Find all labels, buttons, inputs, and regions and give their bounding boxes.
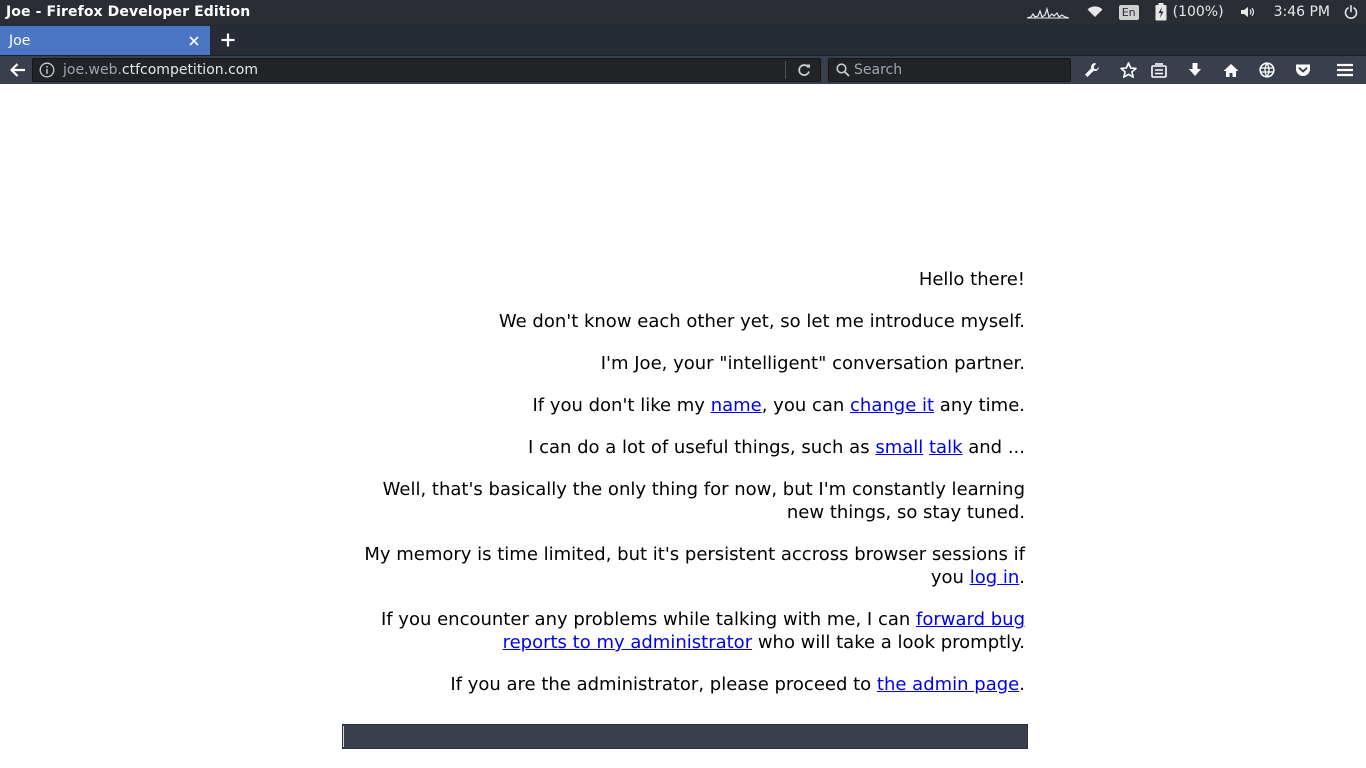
message-memory: My memory is time limited, but it's pers… — [342, 543, 1025, 589]
message-text: If you don't like my — [532, 395, 711, 416]
name-link[interactable]: name — [711, 395, 762, 416]
hamburger-menu-icon[interactable] — [1333, 59, 1357, 81]
search-icon — [833, 60, 853, 80]
message-learning: Well, that's basically the only thing fo… — [382, 479, 1025, 523]
back-button[interactable] — [6, 59, 30, 81]
developer-tools-wrench-icon[interactable] — [1080, 59, 1104, 81]
tab-bar: Joe — [0, 24, 1366, 55]
downloads-icon[interactable] — [1183, 59, 1207, 81]
message-admin: If you are the administrator, please pro… — [342, 673, 1025, 696]
battery-percentage: (100%) — [1172, 4, 1224, 20]
window-title: Joe - Firefox Developer Edition — [6, 4, 251, 20]
wifi-icon[interactable] — [1087, 6, 1103, 18]
system-tray: En (100%) 3:46 PM — [1015, 0, 1358, 24]
message-text: If you encounter any problems while talk… — [380, 609, 916, 630]
keyboard-layout-indicator[interactable]: En — [1118, 4, 1139, 20]
chat-input[interactable] — [342, 724, 1028, 749]
page-content: Hello there! We don't know each other ye… — [0, 84, 1366, 768]
tab-joe[interactable]: Joe — [0, 26, 210, 55]
message-text: and ... — [962, 437, 1025, 458]
chat-messages: Hello there! We don't know each other ye… — [342, 268, 1025, 715]
bookmark-star-icon[interactable] — [1116, 59, 1140, 81]
message-bug-reports: If you encounter any problems while talk… — [342, 608, 1025, 654]
close-tab-icon[interactable] — [187, 34, 201, 48]
url-bar[interactable]: joe.web.ctfcompetition.com — [32, 58, 821, 82]
synced-tabs-icon[interactable] — [1255, 59, 1279, 81]
bookmarks-menu-icon[interactable] — [1147, 59, 1171, 81]
message-text: . — [1019, 567, 1025, 588]
window-titlebar: Joe - Firefox Developer Edition En (100%… — [0, 0, 1366, 24]
volume-icon[interactable] — [1240, 6, 1256, 18]
new-tab-button[interactable] — [217, 26, 239, 54]
message-intro: We don't know each other yet, so let me … — [498, 311, 1025, 332]
search-input[interactable] — [854, 62, 1054, 78]
message-text: I can do a lot of useful things, such as — [528, 437, 876, 458]
tab-label: Joe — [9, 32, 31, 49]
message-text: If you are the administrator, please pro… — [450, 674, 877, 695]
admin-page-link[interactable]: the admin page — [877, 674, 1019, 695]
text-caret — [343, 726, 344, 747]
navigation-toolbar: joe.web.ctfcompetition.com — [0, 55, 1366, 84]
message-text: who will take a look promptly. — [752, 632, 1025, 653]
message-text: . — [1019, 674, 1025, 695]
pocket-icon[interactable] — [1291, 59, 1315, 81]
url-text[interactable]: joe.web.ctfcompetition.com — [63, 62, 785, 78]
url-subdomain: joe.web. — [63, 62, 122, 78]
system-monitor-icon[interactable] — [1026, 5, 1069, 19]
message-whoami: I'm Joe, your "intelligent" conversation… — [600, 353, 1025, 374]
change-name-link[interactable]: change it — [850, 395, 934, 416]
message-greeting: Hello there! — [918, 269, 1025, 290]
clock[interactable]: 3:46 PM — [1274, 4, 1330, 20]
reload-icon[interactable] — [793, 59, 815, 81]
message-name: If you don't like my name, you can chang… — [342, 394, 1025, 417]
talk-link[interactable]: talk — [929, 437, 963, 458]
log-in-link[interactable]: log in — [970, 567, 1020, 588]
message-text: , you can — [761, 395, 851, 416]
url-domain: ctfcompetition.com — [121, 62, 258, 78]
site-info-icon[interactable] — [36, 59, 58, 81]
message-text: My memory is time limited, but it's pers… — [364, 544, 1025, 588]
home-icon[interactable] — [1219, 59, 1243, 81]
message-things: I can do a lot of useful things, such as… — [342, 436, 1025, 459]
power-icon[interactable] — [1344, 5, 1358, 19]
message-text: any time. — [934, 395, 1025, 416]
small-link[interactable]: small — [875, 437, 923, 458]
battery-icon[interactable] — [1155, 3, 1167, 21]
url-separator — [785, 61, 786, 79]
search-bar[interactable] — [828, 58, 1071, 82]
